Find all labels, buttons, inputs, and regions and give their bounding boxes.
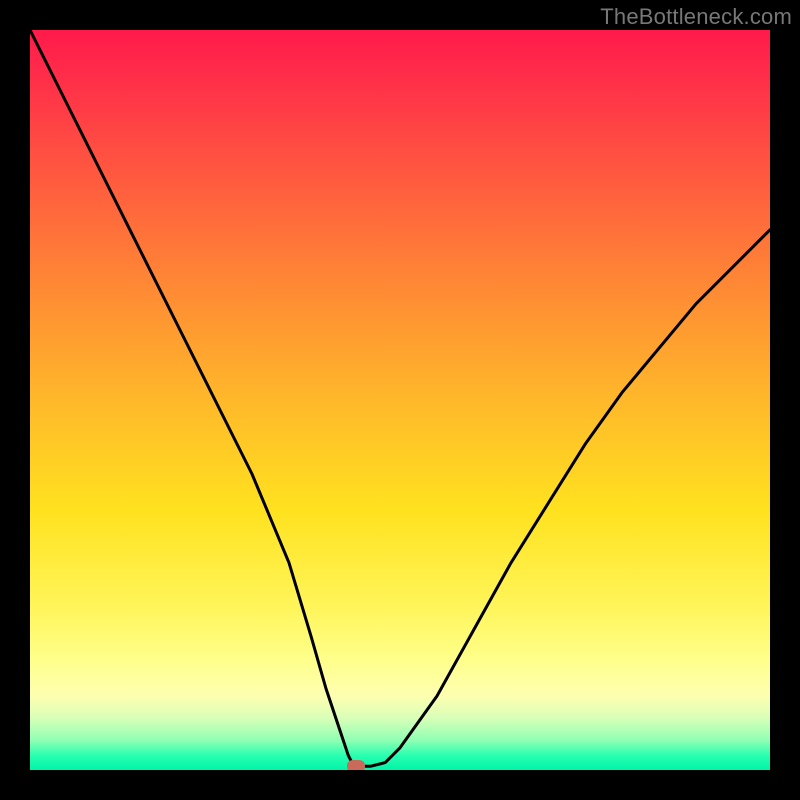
plot-area [30, 30, 770, 770]
bottleneck-curve [30, 30, 770, 770]
chart-frame: TheBottleneck.com [0, 0, 800, 800]
minimum-marker [347, 760, 365, 770]
watermark-text: TheBottleneck.com [600, 4, 792, 30]
